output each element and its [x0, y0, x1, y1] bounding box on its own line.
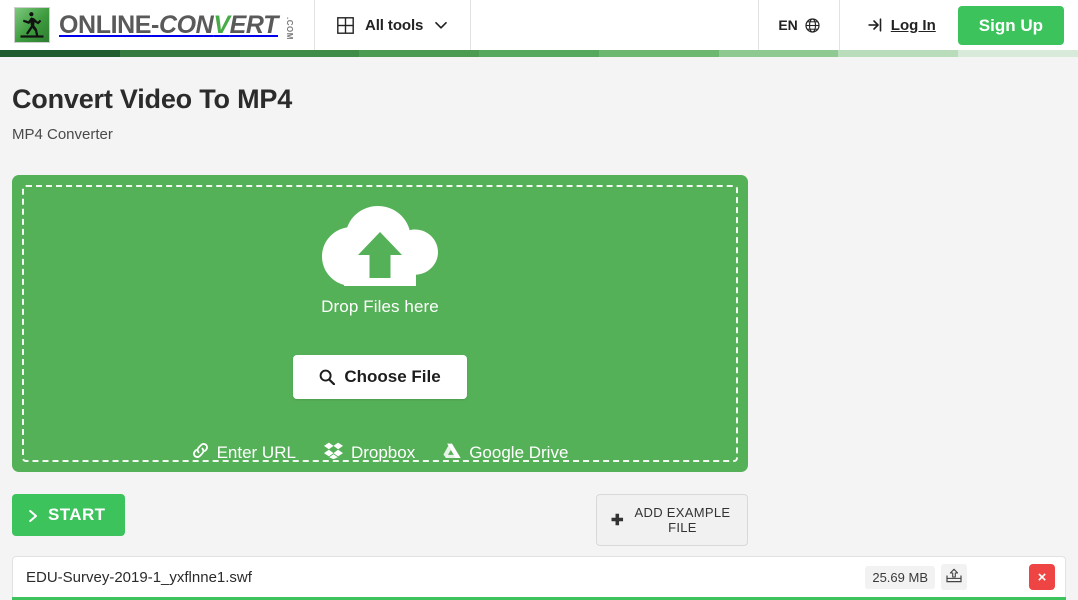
- add-example-file-button[interactable]: ✚ ADD EXAMPLE FILE: [596, 494, 748, 547]
- brand-logo-link[interactable]: ONLINE-CONVERT .COM: [0, 0, 314, 50]
- site-header: ONLINE-CONVERT .COM All tools EN Log In …: [0, 0, 1078, 50]
- brand-wordmark: ONLINE-CONVERT .COM: [59, 10, 298, 40]
- enter-url-label: Enter URL: [216, 443, 296, 463]
- globe-icon: [805, 17, 820, 33]
- stripe-segment-0: [0, 50, 120, 57]
- google-drive-label: Google Drive: [469, 443, 569, 463]
- file-size: 25.69 MB: [865, 565, 935, 589]
- stripe-segment-7: [838, 50, 959, 57]
- chevron-down-icon: [434, 18, 448, 32]
- search-icon: [319, 369, 336, 386]
- choose-file-label: Choose File: [344, 367, 441, 387]
- header-account-area: Log In Sign Up: [840, 0, 1078, 50]
- start-button[interactable]: START: [12, 494, 126, 537]
- header-spacer: [471, 0, 758, 50]
- stripe-segment-2: [239, 50, 360, 57]
- brand-dash: -: [151, 10, 159, 39]
- dropbox-label: Dropbox: [350, 443, 416, 463]
- uploaded-file-list: EDU-Survey-2019-1_yxflnne1.swf 25.69 MB …: [12, 556, 1066, 600]
- google-drive-link[interactable]: Google Drive: [443, 443, 568, 464]
- brand-word-ert: ERT: [229, 10, 279, 39]
- stripe-segment-4: [479, 50, 599, 57]
- upload-to-cloud-icon: [946, 568, 962, 586]
- page-subtitle: MP4 Converter: [12, 126, 113, 144]
- page-body: Convert Video To MP4 MP4 Converter Drop …: [0, 83, 1078, 600]
- file-remove-button[interactable]: ×: [1029, 564, 1055, 591]
- log-in-button[interactable]: Log In: [850, 17, 958, 34]
- file-dropzone[interactable]: Drop Files here Choose File Enter URL Dr…: [12, 175, 748, 473]
- brand-word-v: V: [213, 10, 230, 39]
- all-tools-menu[interactable]: All tools: [315, 0, 470, 50]
- stripe-segment-5: [598, 50, 719, 57]
- action-row: START ✚ ADD EXAMPLE FILE: [12, 494, 748, 547]
- cloud-upload-icon: [322, 206, 438, 290]
- brand-word-online: ONLINE: [59, 10, 152, 39]
- stripe-segment-8: [958, 50, 1078, 57]
- dropzone-text: Drop Files here: [321, 297, 439, 317]
- file-name: EDU-Survey-2019-1_yxflnne1.swf: [26, 568, 252, 586]
- enter-url-link[interactable]: Enter URL: [192, 442, 296, 464]
- file-upload-button[interactable]: [941, 564, 967, 591]
- language-selector[interactable]: EN: [759, 0, 838, 50]
- start-label: START: [48, 505, 106, 525]
- log-in-label: Log In: [890, 16, 936, 34]
- brand-word-con: CON: [158, 10, 214, 39]
- plus-icon: ✚: [611, 511, 624, 529]
- brand-tld: .COM: [284, 16, 294, 40]
- progress-stripe-bar: [0, 50, 1078, 57]
- dropbox-icon: [323, 442, 343, 464]
- all-tools-label: All tools: [364, 16, 424, 34]
- file-dropzone-inner: Drop Files here Choose File Enter URL Dr…: [22, 185, 738, 464]
- stripe-segment-3: [359, 50, 480, 57]
- page-title: Convert Video To MP4: [12, 84, 293, 114]
- add-example-file-label: ADD EXAMPLE FILE: [634, 505, 731, 536]
- link-icon: [192, 442, 209, 464]
- google-drive-icon: [443, 443, 461, 464]
- stripe-segment-6: [718, 50, 839, 57]
- language-label: EN: [778, 17, 798, 33]
- stripe-segment-1: [119, 50, 240, 57]
- sign-up-button[interactable]: Sign Up: [957, 5, 1064, 45]
- grid-icon: [337, 16, 354, 34]
- table-row: EDU-Survey-2019-1_yxflnne1.swf 25.69 MB …: [12, 556, 1066, 598]
- sign-in-icon: [868, 18, 884, 32]
- choose-file-button[interactable]: Choose File: [293, 355, 467, 400]
- file-source-links: Enter URL Dropbox Google Drive: [192, 442, 568, 464]
- page-content: Convert Video To MP4 MP4 Converter Drop …: [0, 83, 1078, 600]
- running-man-logo-icon: [14, 7, 50, 43]
- dropbox-link[interactable]: Dropbox: [323, 442, 416, 464]
- chevron-right-icon: [28, 508, 39, 523]
